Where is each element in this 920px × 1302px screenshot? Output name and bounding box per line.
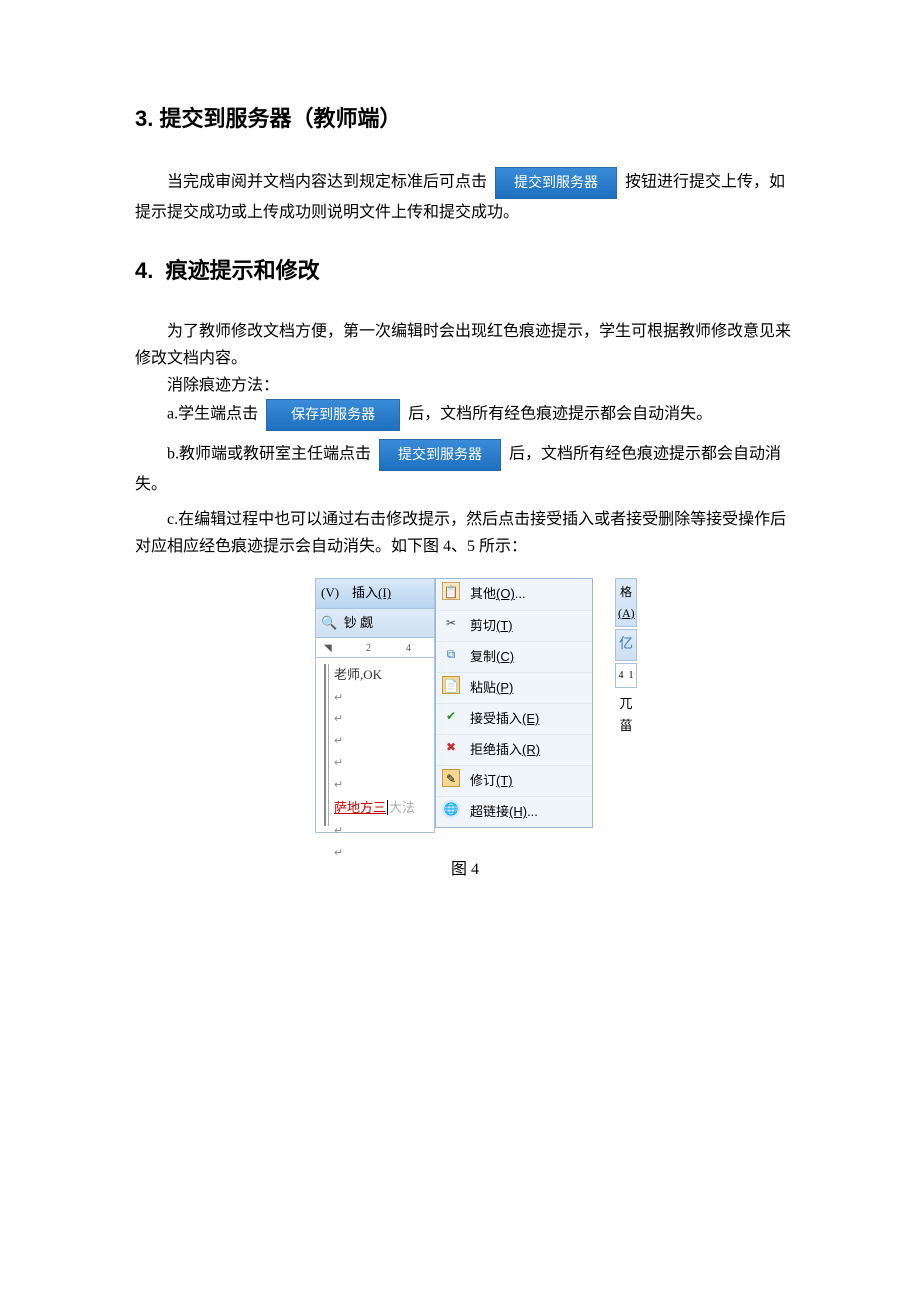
para-mark-icon: ↵ bbox=[334, 689, 424, 708]
ghost-text: 大法 bbox=[389, 800, 415, 815]
menu-item-other[interactable]: 📋 其他(O)... bbox=[436, 579, 592, 610]
menu-item-accept-insert[interactable]: ✔ 接受插入(E) bbox=[436, 704, 592, 735]
section4-intro: 为了教师修改文档方便，第一次编辑时会出现红色痕迹提示，学生可根据教师修改意见来修… bbox=[135, 318, 795, 372]
word-window-left: (V) 插入(I) 🔍 钞 觑 ◥ 2 4 老师,OK ↵ ↵ ↵ ↵ bbox=[315, 578, 435, 832]
heading-section-3: 3. 提交到服务器（教师端） bbox=[135, 100, 795, 137]
method-a: a.学生端点击 保存到服务器 后，文档所有经色痕迹提示都会自动消失。 bbox=[135, 399, 795, 431]
heading-section-4: 4. 痕迹提示和修改 bbox=[135, 252, 795, 289]
para-mark-icon: ↵ bbox=[334, 776, 424, 795]
copy-icon: ⧉ bbox=[442, 645, 460, 663]
clipboard-icon: 📋 bbox=[442, 582, 460, 600]
context-menu: 📋 其他(O)... ✂ 剪切(T) ⧉ 复制(C) 📄 粘贴(P) ✔ 接受插… bbox=[435, 578, 593, 828]
text: b.教师端或教研室主任端点击 bbox=[167, 446, 371, 463]
menu-item-copy[interactable]: ⧉ 复制(C) bbox=[436, 642, 592, 673]
menu-insert[interactable]: 插入(I) bbox=[352, 585, 391, 600]
text: 后，文档所有经色痕迹提示都会自动消失。 bbox=[408, 406, 712, 423]
menu-view-key[interactable]: (V) bbox=[321, 585, 339, 600]
section4-method-label: 消除痕迹方法： bbox=[135, 372, 795, 399]
submit-to-server-button-2[interactable]: 提交到服务器 bbox=[379, 439, 501, 471]
strip-wan: 兀菑 bbox=[615, 690, 637, 740]
figure-4-caption: 图 4 bbox=[135, 856, 795, 883]
menu-bar: (V) 插入(I) bbox=[315, 578, 435, 608]
strip-sym[interactable]: 亿 bbox=[615, 629, 637, 661]
method-c: c.在编辑过程中也可以通过右击修改提示，然后点击接受插入或者接受删除等接受操作后… bbox=[135, 506, 795, 560]
heading-title: 痕迹提示和修改 bbox=[166, 258, 320, 283]
menu-item-paste[interactable]: 📄 粘贴(P) bbox=[436, 673, 592, 704]
heading-num: 3. bbox=[135, 106, 153, 131]
menu-item-cut[interactable]: ✂ 剪切(T) bbox=[436, 611, 592, 642]
paste-icon: 📄 bbox=[442, 676, 460, 694]
para-mark-icon: ↵ bbox=[334, 754, 424, 773]
section3-paragraph: 当完成审阅并文档内容达到规定标准后可点击 提交到服务器 按钮进行提交上传，如提示… bbox=[135, 167, 795, 226]
menu-item-revise[interactable]: ✎ 修订(T) bbox=[436, 766, 592, 797]
toolbar: 🔍 钞 觑 bbox=[315, 609, 435, 638]
document-body: 老师,OK ↵ ↵ ↵ ↵ ↵ 萨地方三大法↵ ↵ bbox=[315, 658, 435, 833]
globe-icon: 🌐 bbox=[442, 800, 460, 818]
right-strip: 格(A) 亿 4 1 兀菑 bbox=[615, 578, 637, 742]
ruler-4: 4 bbox=[406, 640, 411, 657]
save-to-server-button[interactable]: 保存到服务器 bbox=[266, 399, 400, 431]
figure-4: (V) 插入(I) 🔍 钞 觑 ◥ 2 4 老师,OK ↵ ↵ ↵ ↵ bbox=[315, 578, 615, 832]
strip-nums: 4 1 bbox=[615, 663, 637, 688]
reject-icon: ✖ bbox=[442, 738, 460, 756]
strip-ge[interactable]: 格(A) bbox=[615, 578, 637, 627]
tracked-insert-text: 萨地方三 bbox=[334, 800, 386, 815]
heading-title: 提交到服务器（教师端） bbox=[159, 106, 401, 131]
para-mark-icon: ↵ bbox=[334, 732, 424, 751]
submit-to-server-button[interactable]: 提交到服务器 bbox=[495, 167, 617, 199]
accept-icon: ✔ bbox=[442, 707, 460, 725]
toolbar-magnifier-icon[interactable]: 🔍 bbox=[321, 615, 337, 630]
para-mark-icon: ↵ bbox=[334, 844, 424, 863]
revise-icon: ✎ bbox=[442, 769, 460, 787]
doc-text-ok: 老师,OK bbox=[334, 667, 382, 682]
text: 当完成审阅并文档内容达到规定标准后可点击 bbox=[167, 174, 487, 191]
figure-4-wrap: (V) 插入(I) 🔍 钞 觑 ◥ 2 4 老师,OK ↵ ↵ ↵ ↵ bbox=[135, 578, 795, 883]
ruler-2: 2 bbox=[366, 640, 371, 657]
menu-item-hyperlink[interactable]: 🌐 超链接(H)... bbox=[436, 797, 592, 827]
heading-num: 4. bbox=[135, 258, 153, 283]
menu-item-reject-insert[interactable]: ✖ 拒绝插入(R) bbox=[436, 735, 592, 766]
method-b: b.教师端或教研室主任端点击 提交到服务器 后，文档所有经色痕迹提示都会自动消失… bbox=[135, 439, 795, 498]
text: a.学生端点击 bbox=[167, 406, 258, 423]
ruler: ◥ 2 4 bbox=[315, 638, 435, 658]
para-mark-icon: ↵ bbox=[334, 710, 424, 729]
toolbar-icons[interactable]: 钞 觑 bbox=[344, 615, 373, 630]
scissors-icon: ✂ bbox=[442, 614, 460, 632]
